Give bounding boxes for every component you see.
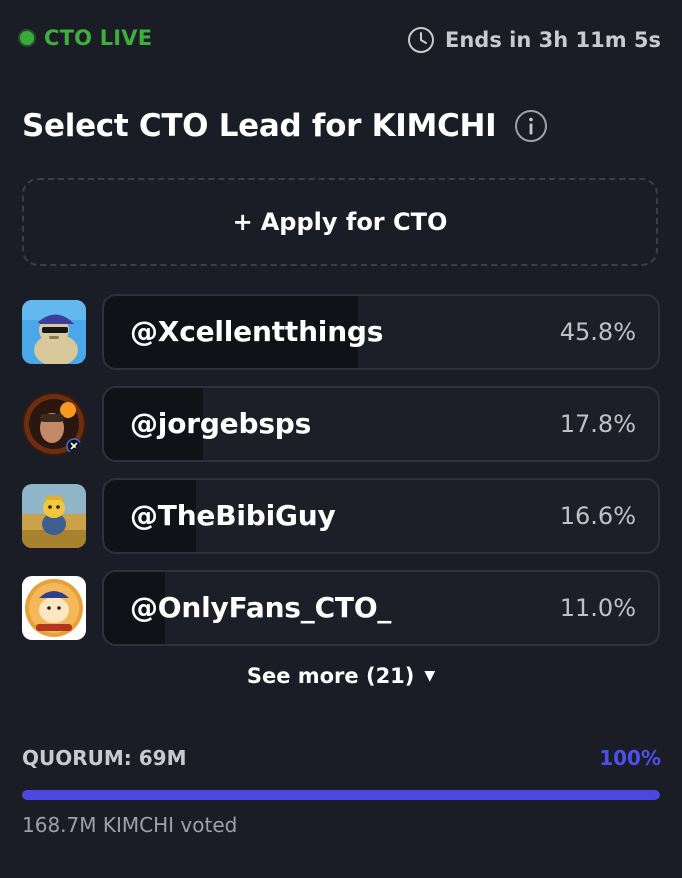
info-icon[interactable] (514, 109, 548, 143)
live-dot-icon (20, 31, 34, 45)
quorum-label: QUORUM: 69M (22, 746, 187, 770)
avatar (22, 484, 86, 548)
vote-option-onlyfans-cto[interactable]: @OnlyFans_CTO_ 11.0% (102, 570, 660, 646)
see-more-button[interactable]: See more (21) ▼ (0, 664, 682, 688)
candidate-row-2: @jorgebsps 17.8% (22, 386, 660, 462)
candidate-row-4: @OnlyFans_CTO_ 11.0% (22, 570, 660, 646)
plus-icon: + (232, 208, 253, 236)
candidate-handle: @TheBibiGuy (130, 499, 336, 532)
apply-for-cto-button[interactable]: + Apply for CTO (22, 178, 658, 266)
title-text: Select CTO Lead for KIMCHI (22, 108, 497, 144)
vote-option-jorgebsps[interactable]: @jorgebsps 17.8% (102, 386, 660, 462)
clock-icon (408, 27, 434, 53)
status-label: CTO LIVE (44, 26, 153, 50)
candidate-percent: 17.8% (559, 410, 636, 438)
candidate-percent: 16.6% (559, 502, 636, 530)
candidate-row-3: @TheBibiGuy 16.6% (22, 478, 660, 554)
vote-option-xcellentthings[interactable]: @Xcellentthings 45.8% (102, 294, 660, 370)
candidate-row-1: @Xcellentthings 45.8% (22, 294, 660, 370)
avatar (22, 300, 86, 364)
avatar (22, 392, 86, 456)
candidate-percent: 11.0% (559, 594, 636, 622)
caret-down-icon: ▼ (424, 668, 436, 684)
status-live: CTO LIVE (20, 26, 152, 50)
quorum-percent: 100% (599, 746, 661, 770)
see-more-label: See more (21) (246, 664, 415, 688)
candidate-handle: @jorgebsps (130, 407, 312, 440)
candidate-percent: 45.8% (559, 318, 636, 346)
avatar (22, 576, 86, 640)
voted-total: 168.7M KIMCHI voted (22, 813, 238, 837)
candidate-handle: @Xcellentthings (130, 315, 384, 348)
quorum-progress-bar (22, 790, 660, 800)
countdown-timer: Ends in 3h 11m 5s (407, 26, 661, 54)
page-title: Select CTO Lead for KIMCHI (22, 108, 548, 144)
quorum-progress-fill (22, 790, 660, 800)
candidate-handle: @OnlyFans_CTO_ (130, 591, 392, 624)
apply-label: Apply for CTO (260, 208, 448, 236)
vote-option-thebibiguy[interactable]: @TheBibiGuy 16.6% (102, 478, 660, 554)
timer-label: Ends in 3h 11m 5s (445, 28, 661, 52)
